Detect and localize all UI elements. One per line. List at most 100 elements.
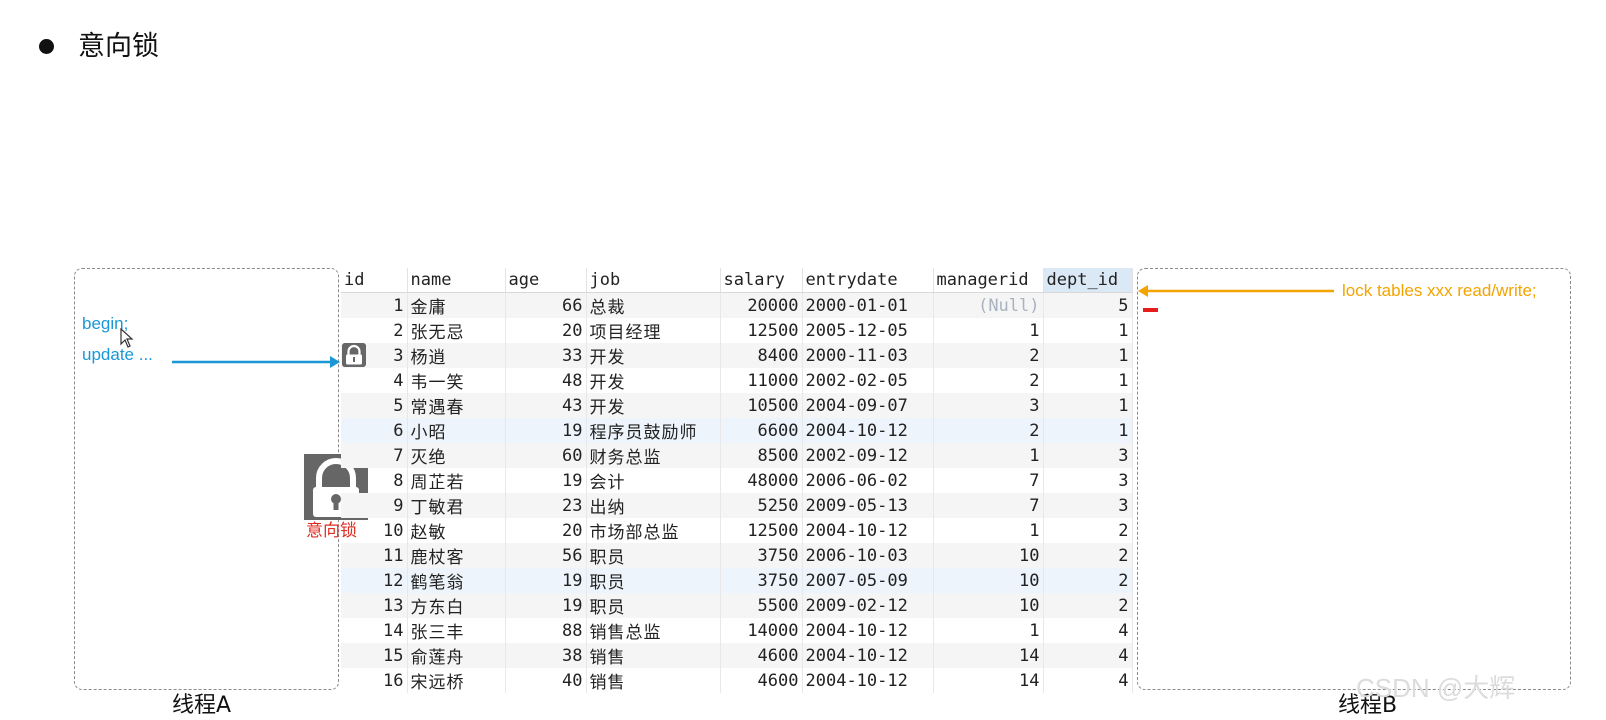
cell-dept-id[interactable]: 1 [1043, 393, 1133, 418]
cell-dept-id[interactable]: 4 [1043, 643, 1133, 668]
cell-job[interactable]: 会计 [586, 468, 721, 493]
cell-entrydate[interactable]: 2006-10-03 [802, 543, 934, 568]
cell-id[interactable]: 11 [341, 543, 408, 568]
cell-entrydate[interactable]: 2006-06-02 [802, 468, 934, 493]
cell-dept-id[interactable]: 4 [1043, 618, 1133, 643]
cell-id[interactable]: 5 [341, 393, 408, 418]
cell-age[interactable]: 48 [505, 368, 587, 393]
cell-managerid[interactable]: 1 [933, 518, 1044, 543]
cell-entrydate[interactable]: 2007-05-09 [802, 568, 934, 593]
cell-managerid[interactable]: 14 [933, 668, 1044, 693]
cell-age[interactable]: 88 [505, 618, 587, 643]
cell-id[interactable]: 10 [341, 518, 408, 543]
cell-salary[interactable]: 5250 [720, 493, 803, 518]
cell-job[interactable]: 职员 [586, 543, 721, 568]
col-header-age[interactable]: age [505, 268, 587, 293]
cell-salary[interactable]: 12500 [720, 518, 803, 543]
cell-salary[interactable]: 8500 [720, 443, 803, 468]
cell-id[interactable]: 13 [341, 593, 408, 618]
table-row[interactable]: 5 常遇春 43 开发 10500 2004-09-07 3 1 [341, 393, 1133, 418]
table-row[interactable]: 14 张三丰 88 销售总监 14000 2004-10-12 1 4 [341, 618, 1133, 643]
cell-entrydate[interactable]: 2004-10-12 [802, 668, 934, 693]
table-row[interactable]: 1 金庸 66 总裁 20000 2000-01-01 (Null) 5 [341, 292, 1133, 318]
cell-salary[interactable]: 4600 [720, 668, 803, 693]
cell-name[interactable]: 韦一笑 [407, 368, 506, 393]
cell-salary[interactable]: 3750 [720, 568, 803, 593]
cell-salary[interactable]: 20000 [720, 292, 803, 318]
cell-entrydate[interactable]: 2009-02-12 [802, 593, 934, 618]
cell-id[interactable]: 8 [341, 468, 408, 493]
table-row[interactable]: 3 杨逍 33 开发 8400 2000-11-03 2 1 [341, 343, 1133, 368]
cell-id[interactable]: 7 [341, 443, 408, 468]
cell-managerid[interactable]: 1 [933, 318, 1044, 343]
cell-id[interactable]: 14 [341, 618, 408, 643]
cell-name[interactable]: 张三丰 [407, 618, 506, 643]
table-row[interactable]: 7 灭绝 60 财务总监 8500 2002-09-12 1 3 [341, 443, 1133, 468]
cell-salary[interactable]: 48000 [720, 468, 803, 493]
cell-dept-id[interactable]: 5 [1043, 292, 1133, 318]
cell-entrydate[interactable]: 2005-12-05 [802, 318, 934, 343]
cell-salary[interactable]: 10500 [720, 393, 803, 418]
cell-entrydate[interactable]: 2009-05-13 [802, 493, 934, 518]
cell-job[interactable]: 开发 [586, 393, 721, 418]
cell-managerid[interactable]: 2 [933, 418, 1044, 443]
cell-job[interactable]: 市场部总监 [586, 518, 721, 543]
cell-name[interactable]: 鹿杖客 [407, 543, 506, 568]
table-row[interactable]: 15 俞莲舟 38 销售 4600 2004-10-12 14 4 [341, 643, 1133, 668]
cell-job[interactable]: 开发 [586, 343, 721, 368]
cell-managerid[interactable]: 14 [933, 643, 1044, 668]
cell-job[interactable]: 总裁 [586, 292, 721, 318]
col-header-dept-id[interactable]: dept_id [1043, 268, 1133, 293]
cell-managerid[interactable]: 2 [933, 368, 1044, 393]
cell-entrydate[interactable]: 2002-02-05 [802, 368, 934, 393]
table-row[interactable]: 10 赵敏 20 市场部总监 12500 2004-10-12 1 2 [341, 518, 1133, 543]
cell-id[interactable]: 12 [341, 568, 408, 593]
cell-job[interactable]: 销售 [586, 668, 721, 693]
cell-managerid[interactable]: 3 [933, 393, 1044, 418]
cell-age[interactable]: 60 [505, 443, 587, 468]
cell-dept-id[interactable]: 2 [1043, 543, 1133, 568]
col-header-entrydate[interactable]: entrydate [802, 268, 934, 293]
cell-job[interactable]: 财务总监 [586, 443, 721, 468]
cell-id[interactable]: 1 [341, 292, 408, 318]
cell-name[interactable]: 俞莲舟 [407, 643, 506, 668]
cell-name[interactable]: 鹤笔翁 [407, 568, 506, 593]
cell-managerid[interactable]: 10 [933, 543, 1044, 568]
cell-dept-id[interactable]: 3 [1043, 443, 1133, 468]
cell-dept-id[interactable]: 1 [1043, 418, 1133, 443]
table-row[interactable]: 12 鹤笔翁 19 职员 3750 2007-05-09 10 2 [341, 568, 1133, 593]
cell-entrydate[interactable]: 2004-09-07 [802, 393, 934, 418]
col-header-name[interactable]: name [407, 268, 506, 293]
cell-salary[interactable]: 5500 [720, 593, 803, 618]
cell-managerid[interactable]: (Null) [933, 292, 1044, 318]
table-row[interactable]: 4 韦一笑 48 开发 11000 2002-02-05 2 1 [341, 368, 1133, 393]
cell-job[interactable]: 职员 [586, 593, 721, 618]
cell-name[interactable]: 张无忌 [407, 318, 506, 343]
cell-entrydate[interactable]: 2000-11-03 [802, 343, 934, 368]
cell-dept-id[interactable]: 2 [1043, 568, 1133, 593]
cell-entrydate[interactable]: 2004-10-12 [802, 643, 934, 668]
cell-age[interactable]: 19 [505, 418, 587, 443]
col-header-managerid[interactable]: managerid [933, 268, 1044, 293]
cell-entrydate[interactable]: 2000-01-01 [802, 292, 934, 318]
cell-age[interactable]: 23 [505, 493, 587, 518]
table-row[interactable]: 9 丁敏君 23 出纳 5250 2009-05-13 7 3 [341, 493, 1133, 518]
cell-age[interactable]: 33 [505, 343, 587, 368]
col-header-salary[interactable]: salary [720, 268, 803, 293]
cell-age[interactable]: 19 [505, 568, 587, 593]
cell-id[interactable]: 15 [341, 643, 408, 668]
cell-name[interactable]: 赵敏 [407, 518, 506, 543]
cell-age[interactable]: 66 [505, 292, 587, 318]
cell-name[interactable]: 小昭 [407, 418, 506, 443]
cell-dept-id[interactable]: 1 [1043, 318, 1133, 343]
cell-dept-id[interactable]: 2 [1043, 593, 1133, 618]
cell-job[interactable]: 程序员鼓励师 [586, 418, 721, 443]
cell-managerid[interactable]: 2 [933, 343, 1044, 368]
cell-salary[interactable]: 14000 [720, 618, 803, 643]
cell-name[interactable]: 杨逍 [407, 343, 506, 368]
cell-id[interactable]: 6 [341, 418, 408, 443]
cell-job[interactable]: 出纳 [586, 493, 721, 518]
cell-entrydate[interactable]: 2004-10-12 [802, 518, 934, 543]
cell-salary[interactable]: 8400 [720, 343, 803, 368]
cell-name[interactable]: 灭绝 [407, 443, 506, 468]
